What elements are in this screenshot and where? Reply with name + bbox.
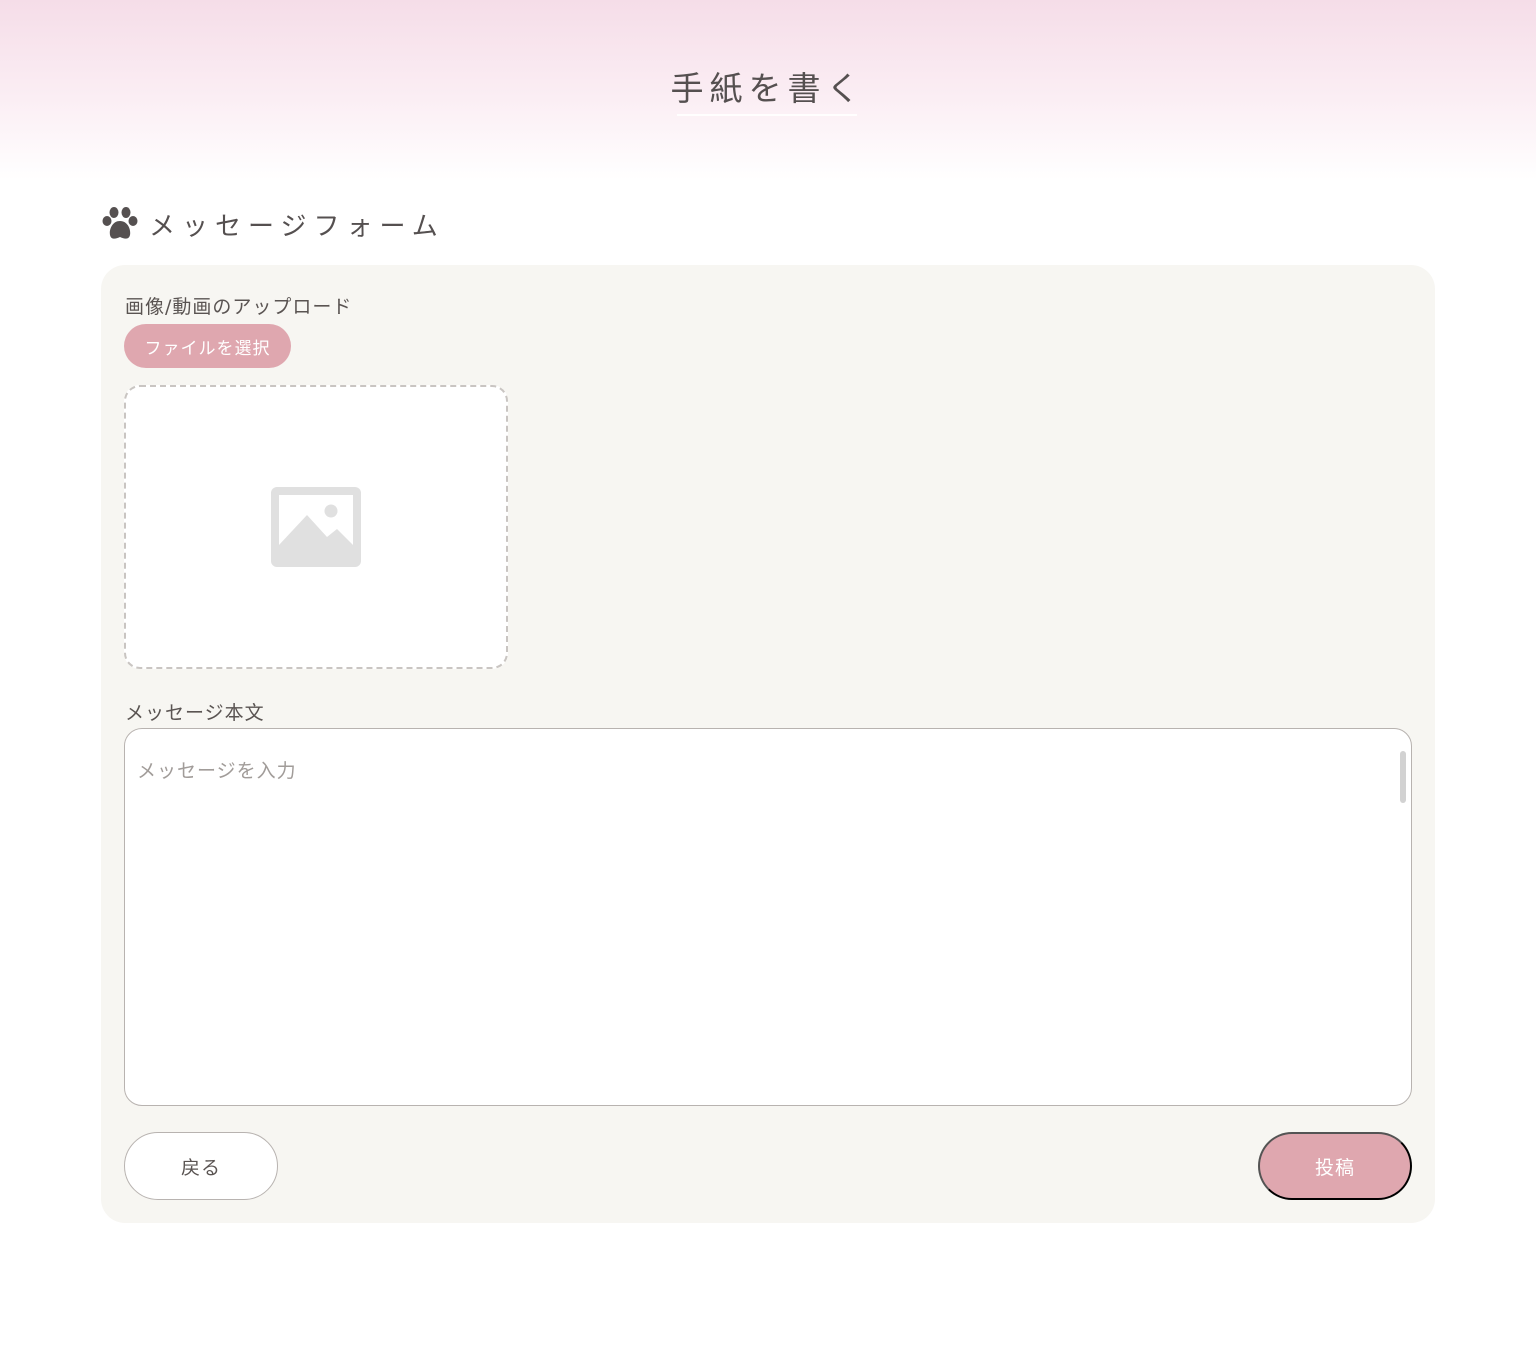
upload-label: 画像/動画のアップロード bbox=[125, 296, 353, 318]
title-underline bbox=[677, 114, 857, 116]
section-heading: メッセージフォーム bbox=[101, 204, 445, 244]
page-title: 手紙を書く bbox=[670, 69, 866, 108]
section-title: メッセージフォーム bbox=[149, 211, 445, 242]
submit-button[interactable]: 投稿 bbox=[1258, 1132, 1412, 1200]
message-textarea-box bbox=[124, 728, 1412, 1106]
message-form-card: 画像/動画のアップロード ファイルを選択 メッセージ本文 戻る 投稿 bbox=[101, 265, 1435, 1223]
header-banner: 手紙を書く bbox=[0, 0, 1536, 180]
paw-icon bbox=[102, 207, 138, 239]
select-file-button[interactable]: ファイルを選択 bbox=[124, 324, 291, 368]
upload-preview-dropzone[interactable] bbox=[124, 385, 508, 669]
message-input[interactable] bbox=[137, 751, 1387, 791]
message-label: メッセージ本文 bbox=[125, 702, 265, 724]
image-placeholder-icon bbox=[271, 487, 361, 567]
message-scrollbar[interactable] bbox=[1400, 751, 1406, 803]
back-button[interactable]: 戻る bbox=[124, 1132, 278, 1200]
